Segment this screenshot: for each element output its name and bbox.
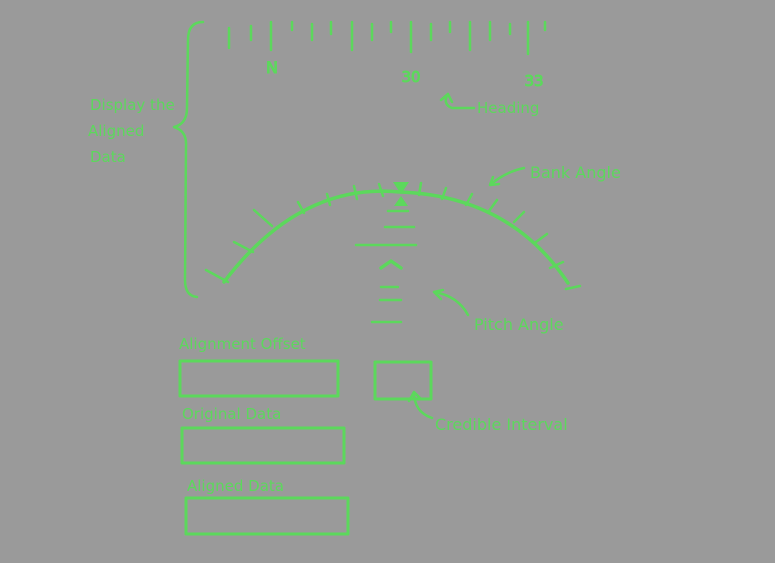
- side-note-line-2: Aligned: [88, 122, 144, 140]
- bank-tick: [487, 198, 499, 213]
- credible-interval-box: [373, 360, 433, 401]
- field-label: Aligned Data: [187, 477, 284, 495]
- side-note: Display the Aligned Data: [88, 96, 175, 166]
- field-label: Alignment Offset: [179, 335, 306, 353]
- bank-tick: [534, 232, 549, 244]
- bank-tick: [325, 192, 332, 207]
- display-brace: [172, 20, 205, 299]
- bank-tick: [512, 210, 526, 224]
- bank-callout-arrow: [488, 166, 526, 187]
- credible-annotation: Credible Interval: [435, 415, 568, 434]
- heading-label-30: 30: [401, 68, 420, 86]
- heading-annotation: Heading: [477, 99, 539, 117]
- bank-tick: [352, 184, 359, 201]
- aircraft-symbol-icon: [379, 259, 403, 270]
- heading-label-n: N: [266, 58, 278, 77]
- pitch-annotation: Pitch Angle: [474, 315, 564, 334]
- aligned-data-field[interactable]: [184, 496, 350, 536]
- attitude-indicator: [204, 181, 582, 324]
- bank-tick: [252, 208, 274, 228]
- heading-label-33: 33: [524, 72, 543, 90]
- heading-callout-arrow: [439, 92, 476, 110]
- side-note-line-3: Data: [90, 148, 126, 166]
- bank-annotation: Bank Angle: [530, 163, 621, 182]
- heading-tape: N 30 33: [227, 20, 547, 91]
- ui-mockup-sketch: N 30 33 Heading Display the Aligned Data…: [88, 20, 621, 536]
- bank-tick: [204, 268, 230, 284]
- field-aligned-data: Aligned Data: [184, 477, 350, 536]
- credible-callout-arrow: [407, 390, 434, 420]
- field-label: Original Data: [182, 405, 281, 423]
- bank-tick: [232, 240, 255, 254]
- pitch-callout-arrow: [432, 288, 470, 317]
- sketch-canvas: N 30 33 Heading Display the Aligned Data…: [0, 0, 775, 559]
- field-original-data: Original Data: [180, 405, 346, 465]
- heading-ticks: [227, 20, 547, 56]
- alignment-offset-field[interactable]: [178, 359, 340, 398]
- original-data-field[interactable]: [180, 426, 346, 465]
- bank-tick: [564, 284, 582, 291]
- side-note-line-1: Display the: [90, 96, 175, 114]
- field-alignment-offset: Alignment Offset: [178, 335, 340, 398]
